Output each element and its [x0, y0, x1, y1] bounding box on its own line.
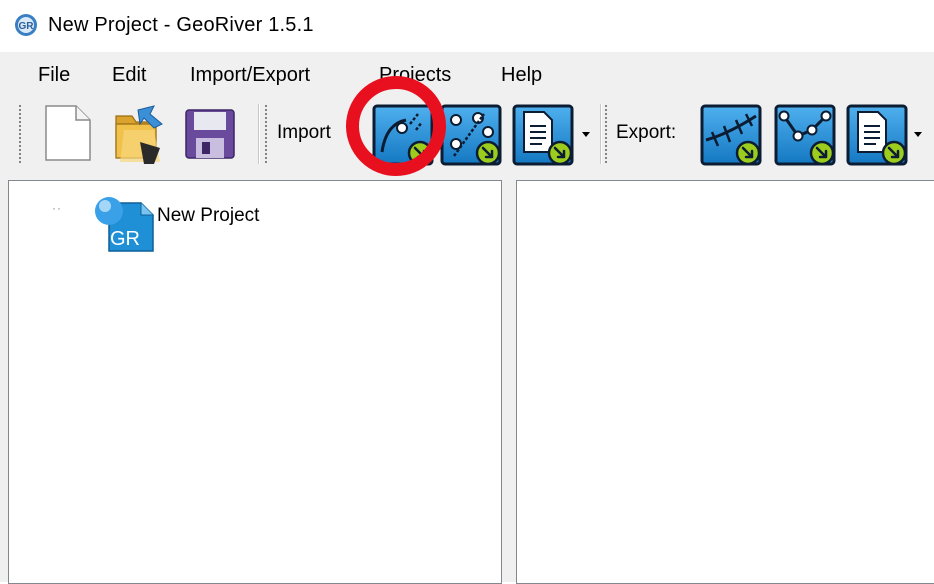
toolbar: Import Export: — [0, 96, 934, 176]
menu-import-export[interactable]: Import/Export — [190, 64, 310, 86]
save-disk-icon[interactable] — [180, 102, 240, 164]
menu-bar: File Edit Import/Export Projects Help — [0, 52, 934, 96]
project-tree-panel[interactable]: ·· GR New Project — [8, 180, 502, 584]
new-document-icon[interactable] — [38, 102, 98, 164]
export-polyline-icon[interactable] — [774, 104, 836, 166]
toolbar-grip[interactable] — [604, 104, 608, 164]
toolbar-grip[interactable] — [18, 104, 22, 164]
export-label: Export: — [616, 122, 677, 143]
svg-text:GR: GR — [110, 228, 140, 250]
menu-edit[interactable]: Edit — [112, 64, 146, 86]
georiver-project-icon: GR — [95, 197, 154, 252]
open-folder-icon[interactable] — [110, 102, 170, 164]
import-polyline-icon[interactable] — [372, 104, 434, 166]
georiver-app-icon: GR — [15, 14, 37, 36]
toolbar-separator — [600, 104, 601, 164]
toolbar-grip[interactable] — [264, 104, 268, 164]
menu-help[interactable]: Help — [501, 64, 542, 86]
import-label: Import — [277, 122, 331, 143]
import-file-dropdown-arrow[interactable] — [582, 132, 590, 137]
menu-file[interactable]: File — [38, 64, 70, 86]
tree-expander[interactable]: ·· — [52, 201, 62, 215]
svg-text:GR: GR — [19, 21, 35, 32]
toolbar-separator — [258, 104, 259, 164]
import-points-icon[interactable] — [440, 104, 502, 166]
title-bar: GR New Project - GeoRiver 1.5.1 — [0, 0, 934, 52]
import-file-icon[interactable] — [512, 104, 574, 166]
export-file-dropdown-arrow[interactable] — [914, 132, 922, 137]
window-title: New Project - GeoRiver 1.5.1 — [48, 14, 314, 36]
export-cross-sections-icon[interactable] — [700, 104, 762, 166]
export-file-icon[interactable] — [846, 104, 908, 166]
tree-item-new-project[interactable]: New Project — [157, 205, 259, 227]
menu-projects[interactable]: Projects — [379, 64, 451, 86]
main-view-panel[interactable] — [516, 180, 934, 584]
